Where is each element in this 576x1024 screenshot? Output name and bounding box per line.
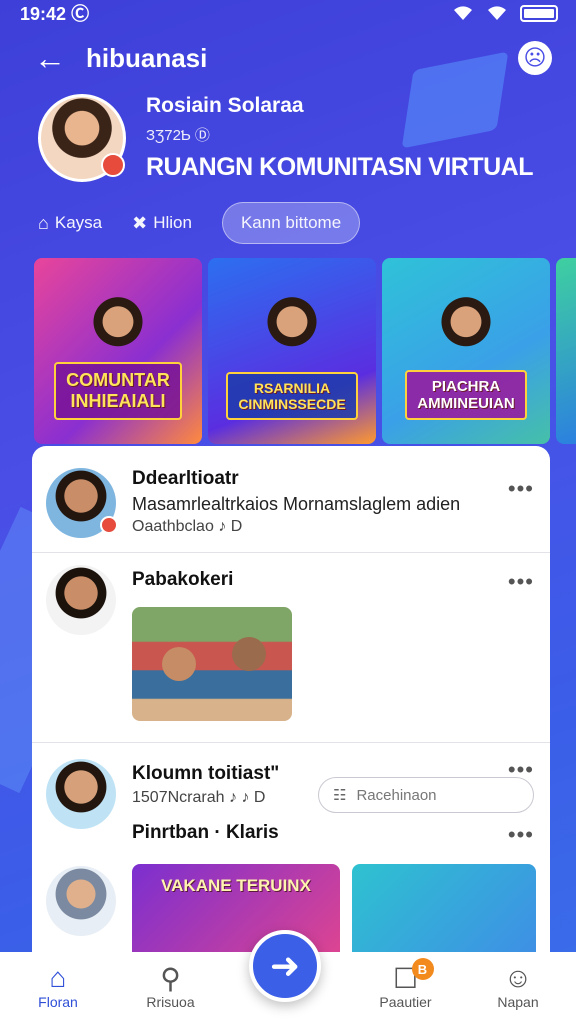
tab-label: Hlion: [153, 213, 192, 232]
post-thumbnail[interactable]: [352, 864, 536, 964]
status-bar: 19:42 Ⓒ: [0, 0, 576, 26]
status-time: 19:42 Ⓒ: [20, 0, 89, 26]
alarm-icon: Ⓒ: [71, 4, 90, 24]
profile-header: Rosiain Solaraa ЗƷ72Ƅ Ⓓ RUANGN KOMUNITAS…: [38, 94, 534, 182]
profile-name: Rosiain Solaraa: [146, 94, 304, 117]
feed-post[interactable]: Kloumn toitiast" 1507Ncrarah ♪ ♪ D ••• ☷…: [32, 742, 550, 829]
reply-placeholder: Racehinaon: [356, 786, 437, 804]
tab-label: Kaysa: [54, 213, 103, 232]
tab-kaysa[interactable]: ⌂ Kaysa: [38, 213, 102, 234]
post-body: Masamrlealtrkaios Mornamslaglem adien: [132, 494, 461, 514]
profile-subtitle: ЗƷ72Ƅ Ⓓ: [146, 127, 210, 144]
nav-item-search[interactable]: ⚲ Rrisuoa: [131, 962, 211, 1024]
page-title: hibuanasi: [86, 42, 208, 73]
more-options-icon[interactable]: •••: [508, 476, 534, 502]
banner-illustration: [433, 294, 499, 360]
feed-post[interactable]: Ddearltioatr Masamrlealtrkaios Mornamsla…: [32, 446, 550, 552]
notification-badge: B: [411, 958, 434, 980]
community-title: RUANGN KOMUNITASN VIRTUAL: [146, 153, 534, 181]
user-icon: ☺: [503, 962, 533, 993]
banner-label: PIACHRA AMMINEUIAN: [405, 370, 527, 420]
battery-icon: [520, 4, 558, 22]
reply-input[interactable]: ☷ Racehinaon: [318, 777, 534, 813]
nav-label: Floran: [38, 994, 78, 1010]
post-title: Pinrtban · Klaris: [132, 822, 279, 843]
chat-icon: ☷: [333, 787, 347, 804]
banner-illustration: [85, 294, 151, 360]
post-avatar[interactable]: [46, 759, 116, 829]
banner-card[interactable]: RSARNILIA CINMINSSECDE: [208, 258, 376, 444]
post-title: Kloumn toitiast": [132, 763, 280, 784]
nav-item-messages[interactable]: ☐ B Paautier: [366, 958, 446, 1024]
feed-panel[interactable]: Ddearltioatr Masamrlealtrkaios Mornamsla…: [32, 446, 550, 966]
banner-card[interactable]: PIACHRA AMMINEUIAN: [382, 258, 550, 444]
status-time-text: 19:42: [20, 4, 67, 24]
cross-icon: ✖: [132, 212, 148, 233]
avatar-badge-icon: [100, 516, 118, 534]
profile-text: Rosiain Solaraa ЗƷ72Ƅ Ⓓ RUANGN KOMUNITAS…: [146, 94, 534, 182]
signal-icon: [488, 6, 506, 21]
banner-illustration: [259, 294, 325, 360]
banner-label: COMUNTAR INHIEAIALI: [54, 362, 182, 420]
post-meta: Oaathbclao ♪ D: [132, 518, 243, 535]
nav-label: Napan: [497, 994, 539, 1010]
post-title: Pabakokeri: [132, 569, 234, 590]
avatar-badge-icon: [101, 153, 125, 177]
banner-card-partial[interactable]: [556, 258, 576, 444]
post-meta: 1507Ncrarah ♪ ♪ D: [132, 789, 266, 806]
post-avatar[interactable]: [46, 565, 116, 635]
profile-avatar[interactable]: [38, 94, 126, 182]
post-title: Ddearltioatr: [132, 468, 239, 489]
tab-hlion[interactable]: ✖ Hlion: [132, 213, 192, 234]
nav-label: Rrisuoa: [146, 994, 195, 1010]
post-avatar[interactable]: [46, 866, 116, 936]
search-icon: ⚲: [160, 963, 181, 994]
home-icon: ⌂: [38, 212, 49, 233]
tab-bar: ⌂ Kaysa ✖ Hlion Kann bittome: [38, 202, 361, 244]
more-options-icon[interactable]: •••: [508, 569, 534, 595]
arrow-right-icon: ➜: [269, 945, 301, 986]
feed-post[interactable]: Pabakokeri •••: [32, 552, 550, 742]
wifi-icon: [454, 6, 472, 21]
status-icons: [452, 4, 558, 22]
home-icon: ⌂: [49, 962, 67, 993]
more-options-icon[interactable]: •••: [508, 822, 534, 848]
nav-item-profile[interactable]: ☺ Napan: [478, 962, 558, 1024]
tab-label: Kann bittome: [240, 213, 342, 232]
nav-label: Paautier: [379, 994, 432, 1010]
banner-label: RSARNILIA CINMINSSECDE: [226, 372, 358, 420]
tab-kann-bittome[interactable]: Kann bittome: [221, 202, 361, 244]
banner-card[interactable]: COMUNTAR INHIEAIALI: [34, 258, 202, 444]
forward-arrow-button[interactable]: ➜: [249, 930, 321, 1002]
face-icon[interactable]: ☹: [518, 41, 552, 75]
post-photo[interactable]: [132, 607, 292, 721]
post-avatar[interactable]: [46, 468, 118, 538]
banner-carousel[interactable]: COMUNTAR INHIEAIALI RSARNILIA CINMINSSEC…: [34, 258, 576, 444]
top-bar: ← hibuanasi ☹: [0, 36, 576, 80]
nav-item-home[interactable]: ⌂ Floran: [18, 962, 98, 1024]
back-arrow-icon[interactable]: ←: [34, 40, 74, 77]
